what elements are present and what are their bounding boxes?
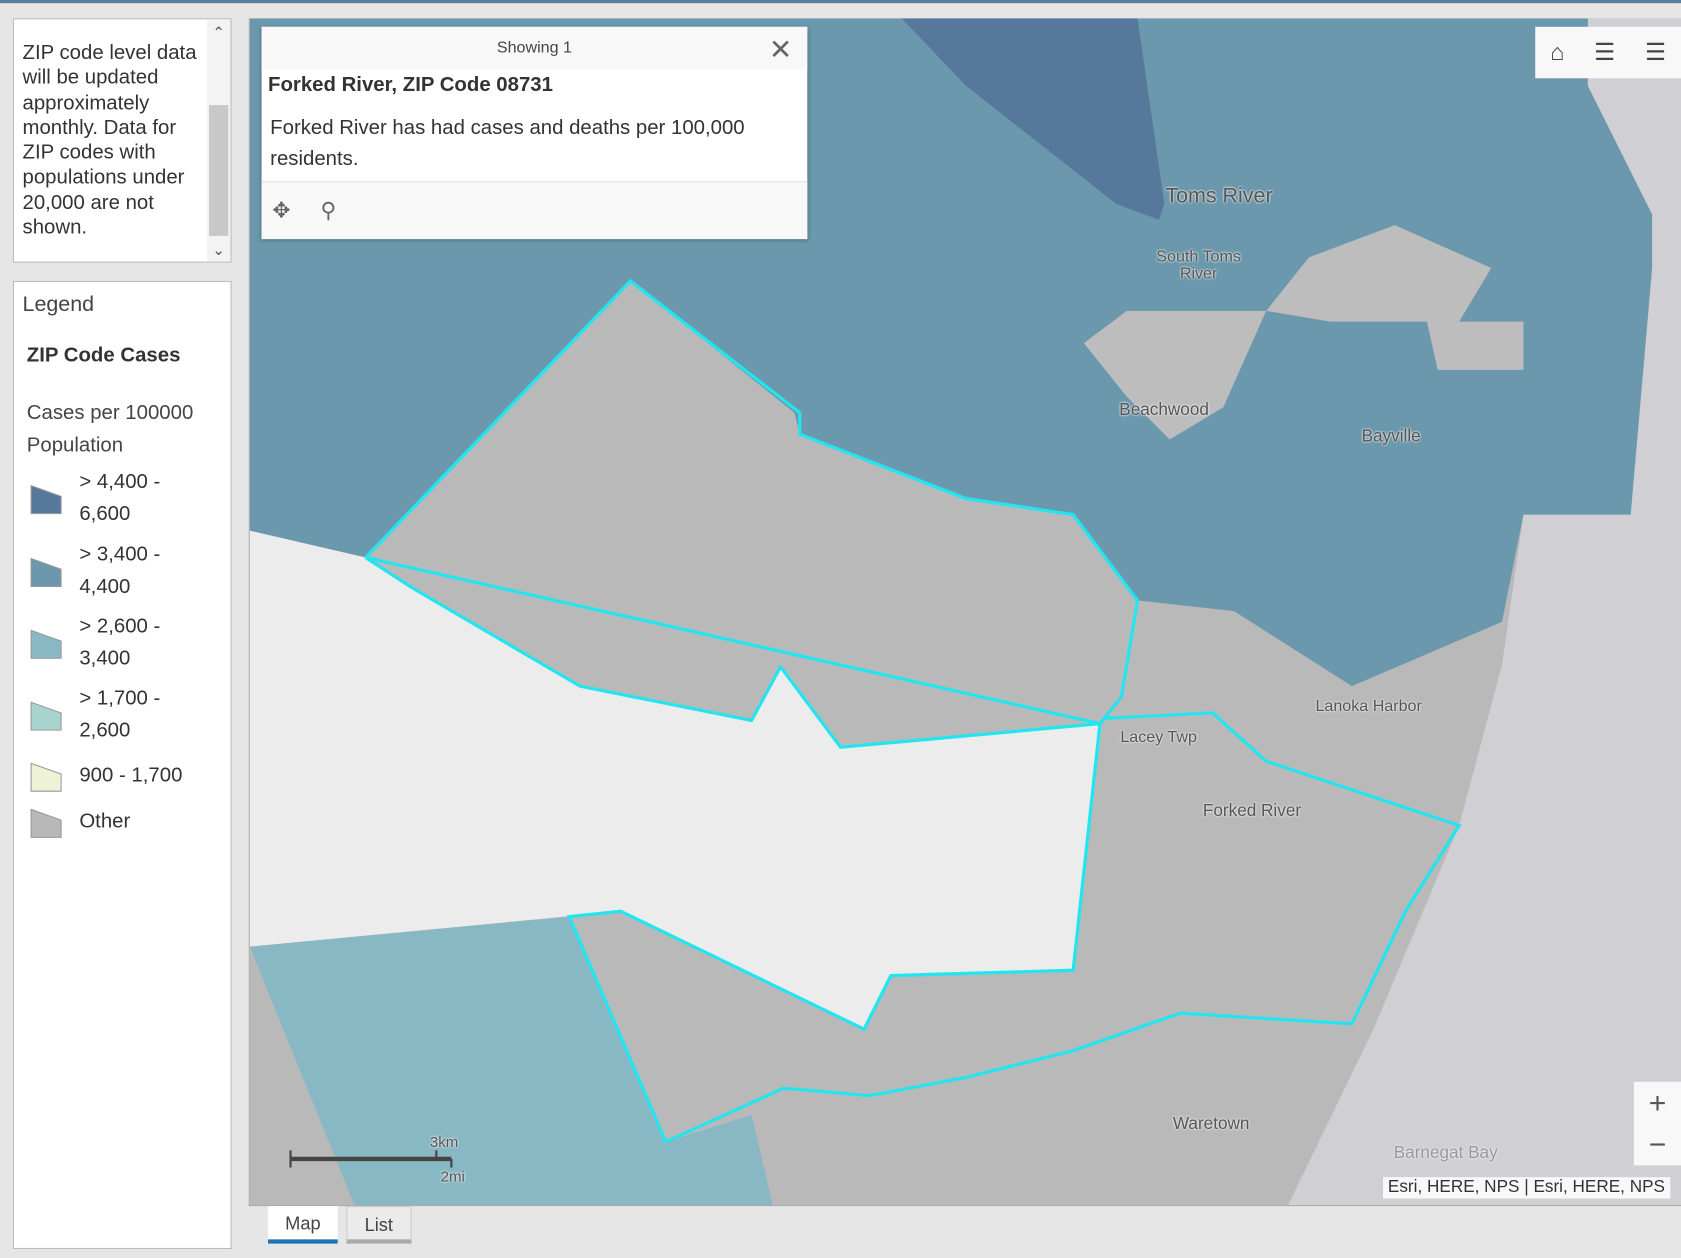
description-panel: ZIP code level data will be updated appr… [12,18,232,263]
legend-item: Other [29,805,187,839]
map-place-label: Toms River [1165,184,1273,208]
legend-item: > 1,700 - 2,600 [29,683,187,747]
scroll-thumb[interactable] [209,105,229,236]
view-tabs: Map List [268,1206,412,1244]
zoom-in-button[interactable]: + [1634,1082,1681,1124]
popup-body: Forked River has had cases and deaths pe… [270,116,745,171]
zoom-control: + − [1633,1081,1681,1166]
legend-item-label: > 3,400 - 4,400 [79,543,161,599]
map-view[interactable]: Toms River South Toms River Beachwood Bayvi… [248,18,1681,1207]
attribution: Esri, HERE, NPS | Esri, HERE, NPS [1382,1177,1671,1199]
map-place-label: Forked River [1202,801,1302,821]
scale-mi: 2mi [440,1167,465,1185]
dock-move-icon[interactable]: ✥ [272,197,290,224]
map-place-label: Lacey Twp [1120,727,1197,747]
legend-swatch [30,762,62,792]
legend-layer-name: ZIP Code Cases [26,344,181,367]
close-icon[interactable]: ✕ [769,33,792,66]
map-widgets: ⌂ ☰ ☰ [1535,26,1681,79]
top-bar [0,0,1681,4]
map-place-label: Bayville [1361,427,1421,446]
legend-item: 900 - 1,700 [29,759,187,793]
tab-list[interactable]: List [346,1206,412,1244]
scroll-up-icon[interactable]: ⌃ [207,24,231,42]
popup-title: Forked River, ZIP Code 08731 [268,73,553,97]
zoom-out-button[interactable]: − [1634,1124,1681,1166]
map-place-label: Waretown [1172,1114,1250,1134]
legend-item-label: Other [79,810,131,834]
legend-item: > 2,600 - 3,400 [29,611,187,675]
legend-field-name: Cases per 100000 Population [26,402,194,457]
popup: Showing 1 ✕ Forked River, ZIP Code 08731… [261,26,808,240]
legend-swatch [30,484,62,515]
legend-item-label: > 2,600 - 3,400 [79,615,161,671]
popup-actions: ✥ ⚲ [261,181,808,240]
legend-swatch [30,808,62,838]
map-place-label: Lanoka Harbor [1315,696,1422,716]
scale-bar: 3km 2mi [288,1133,470,1194]
legend-list-icon[interactable]: ☰ [1594,39,1615,67]
scroll-down-icon[interactable]: ⌄ [207,241,231,259]
home-icon[interactable]: ⌂ [1550,39,1564,67]
legend-item-label: 900 - 1,700 [79,764,183,787]
map-place-label: Beachwood [1119,400,1209,420]
legend-swatch [30,701,62,731]
layers-icon[interactable]: ☰ [1645,39,1666,67]
app: ZIP code level data will be updated appr… [0,0,1681,1258]
legend-title: Legend [22,292,95,317]
map-place-label: South Toms River [1156,247,1241,284]
legend-item-label: > 1,700 - 2,600 [79,687,161,742]
popup-header: Showing 1 [261,26,808,70]
tab-map[interactable]: Map [268,1206,338,1244]
map-place-label: Barnegat Bay [1393,1143,1498,1163]
legend-item: > 4,400 - 6,600 [29,466,187,530]
description-text: ZIP code level data will be updated appr… [22,41,197,240]
scrollbar[interactable]: ⌃ ⌄ [206,19,231,262]
legend-item-label: > 4,400 - 6,600 [79,470,161,526]
legend-swatch [30,629,62,659]
scale-km: 3km [429,1133,459,1151]
zoom-to-icon[interactable]: ⚲ [321,197,337,224]
legend-panel: Legend ZIP Code Cases Cases per 100000 P… [12,280,232,1249]
legend-item: > 3,400 - 4,400 [29,539,187,603]
legend-swatch [30,557,62,587]
